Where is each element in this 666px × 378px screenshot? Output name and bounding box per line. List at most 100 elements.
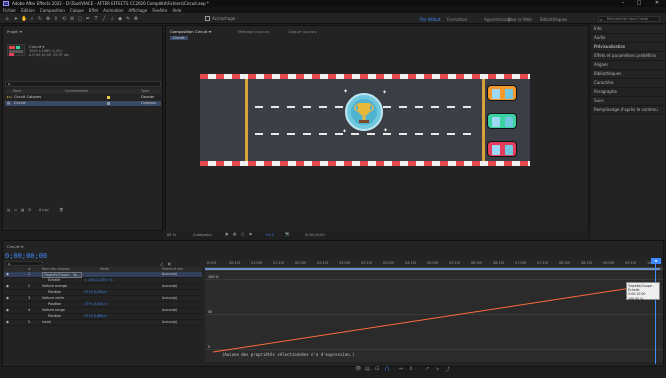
current-time-line[interactable] bbox=[655, 264, 656, 364]
properties-icon[interactable]: ▤ bbox=[365, 366, 370, 372]
trash-icon[interactable]: 🗑 bbox=[59, 208, 64, 212]
new-comp-icon[interactable]: ▦ bbox=[21, 208, 24, 212]
parent-select[interactable]: Aucun(e) bbox=[162, 308, 177, 312]
list-item[interactable]: ▦ Circuit Compos. bbox=[5, 101, 161, 106]
panel-preview[interactable]: Prévisualisation bbox=[591, 43, 665, 52]
interpret-footage-icon[interactable]: ▤ bbox=[7, 208, 10, 212]
layer-row[interactable]: ◉ 3 Voiture verte Aucun(e) bbox=[4, 296, 202, 302]
camera-icon[interactable]: ◉ bbox=[249, 232, 252, 236]
close-button[interactable]: ✕ bbox=[652, 0, 662, 7]
layer-row[interactable]: ◉ 1 Trophée/Coupe - Sp... Aucun(e) bbox=[4, 272, 202, 278]
tab-composition[interactable]: Composition Circuit ≡ bbox=[170, 29, 212, 34]
current-time-display[interactable]: 0;00;00;00 bbox=[5, 252, 47, 260]
property-row[interactable]: Position 1771,0,884,0 bbox=[4, 314, 202, 320]
roto-brush-icon[interactable]: ✎ bbox=[125, 16, 131, 22]
project-settings-icon[interactable]: ⚙ bbox=[28, 208, 31, 212]
transparency-grid-icon[interactable]: ▦ bbox=[233, 232, 236, 236]
time-ruler[interactable]: 0;00f 00:15f 01:00f 01:15f 02:00f 02:15f… bbox=[205, 260, 663, 267]
mask-visibility-icon[interactable]: ◫ bbox=[241, 232, 244, 236]
menu-composition[interactable]: Composition bbox=[40, 8, 65, 13]
graph-editor-icon[interactable]: ◿ bbox=[160, 261, 163, 266]
menu-calque[interactable]: Calque bbox=[70, 8, 84, 13]
menu-aide[interactable]: Aide bbox=[172, 8, 181, 13]
home-icon[interactable]: ⌂ bbox=[4, 16, 10, 22]
column-comment[interactable]: Commentaire bbox=[65, 89, 88, 93]
fit-selection-icon[interactable]: ⇔ bbox=[399, 366, 403, 372]
anchor-tool-icon[interactable]: ⊛ bbox=[69, 16, 75, 22]
layer-name[interactable]: Voiture orange bbox=[42, 284, 67, 288]
timeline-tab[interactable]: Circuit ≡ bbox=[7, 244, 24, 249]
layer-search-input[interactable]: ρ. bbox=[5, 261, 43, 266]
panel-character[interactable]: Caractère bbox=[591, 79, 665, 88]
panel-content-aware-fill[interactable]: Remplissage d'après le contenu bbox=[591, 106, 665, 115]
project-tab[interactable]: Projet ≡ bbox=[7, 29, 22, 34]
orbit-camera-icon[interactable]: ↻ bbox=[37, 16, 43, 22]
menu-effet[interactable]: Effet bbox=[89, 8, 98, 13]
workspace-formation[interactable]: Formation bbox=[447, 17, 467, 22]
column-name[interactable]: Nom bbox=[13, 89, 21, 93]
stamp-tool-icon[interactable]: ⊥ bbox=[109, 16, 115, 22]
column-type[interactable]: Type bbox=[141, 89, 149, 93]
trophy-badge[interactable] bbox=[345, 93, 383, 131]
zoom-tool-icon[interactable]: ⌕ bbox=[29, 16, 35, 22]
tab-layer[interactable]: Calque (aucun) bbox=[288, 29, 317, 34]
work-area-bar[interactable] bbox=[205, 268, 660, 270]
layer-name[interactable]: Voiture rouge bbox=[42, 308, 65, 312]
property-row[interactable]: Position 1771,0,254,0 bbox=[4, 290, 202, 296]
panel-audio[interactable]: Audio bbox=[591, 34, 665, 43]
parent-select[interactable]: Aucun(e) bbox=[162, 284, 177, 288]
layer-row[interactable]: ◉ 5 route Aucun(e) bbox=[4, 320, 202, 326]
dolly-camera-icon[interactable]: ⇕ bbox=[53, 16, 59, 22]
snapshot-icon[interactable]: 📷 bbox=[285, 232, 289, 236]
parent-select[interactable]: Aucun(e) bbox=[162, 296, 177, 300]
rotate-tool-icon[interactable]: ⟲ bbox=[61, 16, 67, 22]
parent-select[interactable]: Aucun(e) bbox=[162, 272, 177, 276]
visibility-icon[interactable]: ◉ bbox=[6, 320, 9, 324]
layer-name[interactable]: route bbox=[42, 320, 51, 324]
minimize-button[interactable]: – bbox=[618, 0, 628, 7]
visibility-icon[interactable]: ◉ bbox=[6, 272, 9, 276]
eye-icon[interactable]: 👁 bbox=[355, 366, 361, 372]
panel-libraries[interactable]: Bibliothèques bbox=[591, 70, 665, 79]
menu-fichier[interactable]: Fichier bbox=[3, 8, 16, 13]
fit-all-icon[interactable]: ⇕ bbox=[409, 366, 413, 372]
comp-timecode[interactable]: 0;00;00;00 bbox=[305, 233, 325, 237]
menu-fenetre[interactable]: Fenêtre bbox=[152, 8, 167, 13]
property-row[interactable]: Échelle ∞ 100,0,100,0 % bbox=[4, 278, 202, 284]
label-color-swatch[interactable] bbox=[107, 102, 110, 105]
zoom-select[interactable]: 65 % bbox=[167, 233, 176, 237]
snap-icon[interactable]: ⋂ bbox=[385, 366, 389, 372]
layer-name[interactable]: Voiture verte bbox=[42, 296, 64, 300]
visibility-icon[interactable]: ◉ bbox=[6, 284, 9, 288]
snap-checkbox[interactable] bbox=[205, 16, 210, 21]
current-time-indicator[interactable]: ▼ bbox=[651, 258, 661, 264]
property-value[interactable]: 1771,0,542,0 bbox=[84, 302, 107, 306]
column-layer-name[interactable]: Nom des calques bbox=[42, 267, 69, 271]
graph-editor[interactable]: 100 % 50 0 bbox=[205, 272, 663, 362]
new-folder-icon[interactable]: ▭ bbox=[14, 208, 17, 212]
ease-in-icon[interactable]: ↘ bbox=[435, 366, 439, 372]
tab-footage[interactable]: Métrage (aucun) bbox=[238, 29, 270, 34]
list-item[interactable]: ▸▭ Circuit Calques Dossier bbox=[5, 95, 161, 100]
workspace-web[interactable]: Pour le Web bbox=[508, 17, 532, 22]
help-search-input[interactable]: Rechercher dans l'aide bbox=[598, 16, 660, 22]
menu-affichage[interactable]: Affichage bbox=[129, 8, 148, 13]
fit-icon[interactable]: ⊡ bbox=[375, 366, 379, 372]
maximize-button[interactable]: □ bbox=[634, 0, 644, 7]
resolution-select[interactable]: (Intégrale) bbox=[193, 233, 212, 237]
property-row[interactable]: Position 1771,0,542,0 bbox=[4, 302, 202, 308]
property-value[interactable]: 1771,0,254,0 bbox=[84, 290, 107, 294]
car-orange[interactable] bbox=[487, 85, 517, 101]
parent-select[interactable]: Aucun(e) bbox=[162, 320, 177, 324]
motion-blur-icon[interactable]: ◐ bbox=[168, 261, 172, 266]
workspace-default[interactable]: Par défaut bbox=[420, 17, 441, 22]
exposure-value[interactable]: +0,0 bbox=[265, 233, 274, 237]
panel-info[interactable]: Info bbox=[591, 25, 665, 34]
panel-align[interactable]: Aligner bbox=[591, 61, 665, 70]
brush-tool-icon[interactable]: ╱ bbox=[101, 16, 107, 22]
layer-row[interactable]: ◉ 2 Voiture orange Aucun(e) bbox=[4, 284, 202, 290]
visibility-icon[interactable]: ◉ bbox=[6, 308, 9, 312]
ease-out-icon[interactable]: ⤴ bbox=[445, 366, 450, 373]
rectangle-tool-icon[interactable]: ▢ bbox=[77, 16, 83, 22]
bit-depth-label[interactable]: 8 bpc bbox=[39, 208, 49, 212]
